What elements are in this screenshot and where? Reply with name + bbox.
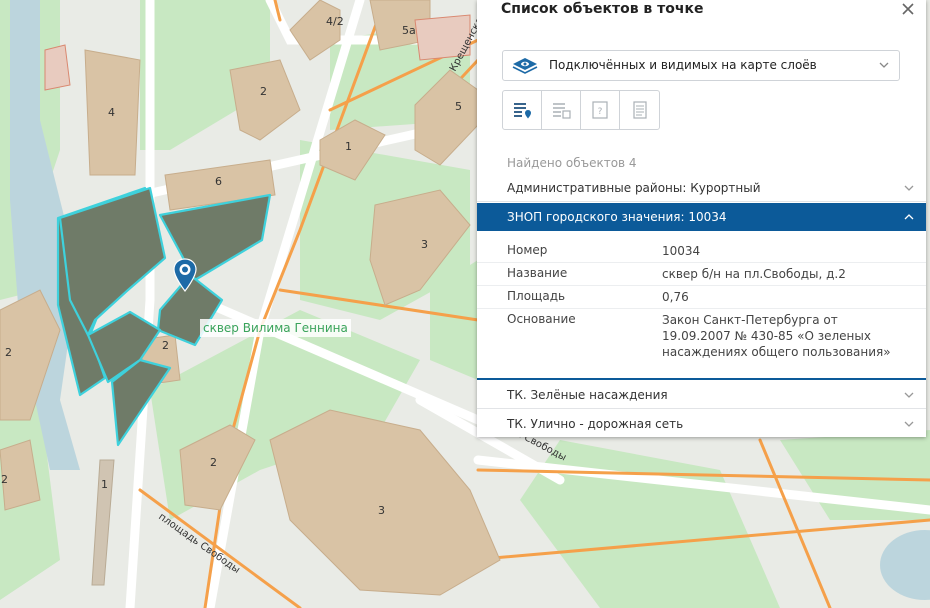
chevron-down-icon [904,421,914,427]
building-number: 1 [101,478,108,491]
section-label: ТК. Улично - дорожная сеть [507,417,684,431]
list-pin-icon [514,103,531,119]
attr-value: сквер б/н на пл.Свободы, д.2 [662,267,846,281]
view-list-pin-button[interactable] [503,91,542,129]
building-number: 6 [215,175,222,188]
map-pin-icon[interactable] [173,258,197,292]
attr-key: Название [507,266,568,280]
section-label: ТК. Зелёные насаждения [507,388,668,402]
section-znop[interactable]: ЗНОП городского значения: 10034 [477,203,926,231]
section-green-plantings[interactable]: ТК. Зелёные насаждения [477,381,926,409]
building-number: 5а [402,24,416,37]
attr-key: Площадь [507,289,566,303]
building-number: 2 [1,473,8,486]
building-number: 2 [260,85,267,98]
building-number: 4 [108,106,115,119]
section-road-network[interactable]: ТК. Улично - дорожная сеть [477,410,926,438]
table-row: Номер 10034 [477,240,926,263]
layer-select[interactable]: Подключённых и видимых на карте слоёв [502,50,900,81]
view-table-button[interactable] [542,91,581,129]
chevron-down-icon [904,392,914,398]
table-row: Основание Закон Санкт-Петербурга от 19.0… [477,309,926,363]
close-icon[interactable] [900,1,916,17]
chevron-down-icon [904,185,914,191]
table-row: Название сквер б/н на пл.Свободы, д.2 [477,263,926,286]
unknown-doc-icon: ? [592,101,608,119]
building-number: 3 [421,238,428,251]
building-number: 2 [210,456,217,469]
panel-title: Список объектов в точке [501,1,704,17]
attr-key: Основание [507,312,576,326]
view-document-button[interactable] [620,91,659,129]
attr-value: 0,76 [662,290,689,304]
attr-key: Номер [507,243,548,257]
view-unknown-button[interactable]: ? [581,91,620,129]
building-number: 2 [162,339,169,352]
table-list-icon [553,103,571,119]
chevron-up-icon [904,214,914,220]
park-label: сквер Вилима Геннина [200,319,351,337]
attr-value: Закон Санкт-Петербурга от 19.09.2007 № 4… [662,313,891,359]
building-number: 3 [378,504,385,517]
objects-panel: Список объектов в точке Подключённых и в… [477,0,926,437]
section-divider [477,378,926,380]
building-number: 1 [345,140,352,153]
attributes-table: Номер 10034 Название сквер б/н на пл.Сво… [477,240,926,363]
found-count: Найдено объектов 4 [507,156,637,170]
table-row: Площадь 0,76 [477,286,926,309]
chevron-down-icon [879,62,889,68]
attr-value: 10034 [662,244,701,258]
view-mode-buttons: ? [502,90,660,130]
svg-text:?: ? [598,107,603,117]
building-number: 5 [455,100,462,113]
section-admin-districts[interactable]: Административные районы: Курортный [477,174,926,202]
document-icon [632,101,647,119]
layers-icon [512,58,538,74]
building-number: 4/2 [326,15,344,28]
building-number: 2 [5,346,12,359]
section-label: Административные районы: Курортный [507,181,761,195]
layer-select-value: Подключённых и видимых на карте слоёв [549,58,817,72]
section-label: ЗНОП городского значения: 10034 [507,210,727,224]
